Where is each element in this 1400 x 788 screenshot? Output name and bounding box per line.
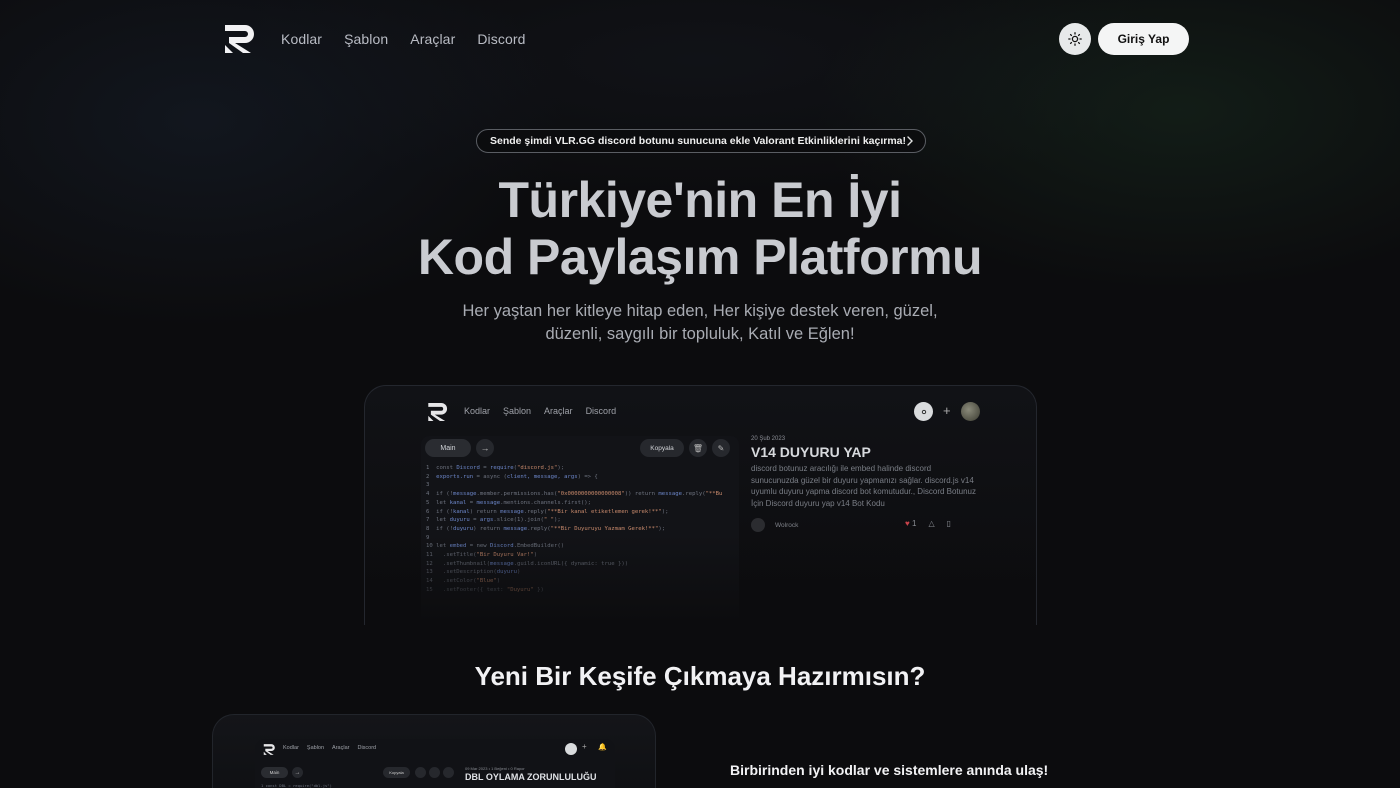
sun-icon [1068,32,1082,46]
hero-subtitle-line-2: düzenli, saygılı bir topluluk, Katıl ve … [545,325,855,343]
warning-icon: △ [928,519,935,528]
theme-toggle-button[interactable] [1059,23,1091,55]
feature-preview-nav-links: Kodlar Şablon Araçlar Discord [283,745,376,751]
feature-preview-nav-link: Şablon [306,745,325,751]
preview-likes: ♥ 1 [905,519,916,528]
section-title: Yeni Bir Keşife Çıkmaya Hazırmısın? [474,661,926,691]
feature-preview-inner: Kodlar Şablon Araçlar Discord + 🔔 Main →… [255,739,615,788]
site-logo[interactable] [223,23,257,55]
announcement-pill[interactable]: Sende şimdi VLR.GG discord botunu sunucu… [476,129,926,153]
preview-arrow-right-icon: → [476,439,494,457]
nav-link-araclar[interactable]: Araçlar [410,31,455,47]
hero-subtitle-line-1: Her yaştan her kitleye hitap eden, Her k… [462,302,938,320]
preview-author-avatar [751,518,765,532]
feature-preview-screenshot: Kodlar Şablon Araçlar Discord + 🔔 Main →… [212,714,656,788]
preview-code-lines: 1 const Discord = require("discord.js");… [426,465,723,593]
preview-like-count: 1 [911,519,917,528]
preview-card-description: discord botunuz aracılığı ile embed hali… [751,464,977,508]
feature-preview-trash-icon [429,767,440,778]
hero-title: Türkiye'nin En İyi Kod Paylaşım Platform… [300,172,1100,286]
preview-nav-link: Araçlar [544,406,573,416]
feature-preview-arrow-icon: → [292,767,303,778]
feature-preview-code: 1 const DBL = require("dbl.js") [261,783,332,788]
feature-preview-copy-button: Kopyala [383,767,410,778]
heart-icon: ♥ [905,519,910,528]
preview-code-card: 20 Şub 2023 V14 DUYURU YAP discord botun… [751,436,991,509]
feature-title: Birbirinden iyi kodlar ve sistemlere anı… [730,762,1049,778]
feature-preview-sun-icon [565,743,577,755]
preview-author-name: Wolrock [775,521,799,529]
feature-preview-tab-main: Main [261,767,288,778]
hero-subtitle: Her yaştan her kitleye hitap eden, Her k… [430,300,970,346]
feature-preview-edit-icon [443,767,454,778]
top-navigation: Kodlar Şablon Araçlar Discord Giriş Yap [0,0,1400,78]
feature-preview-nav-link: Araçlar [332,745,350,751]
feature-preview-logo [263,744,275,755]
login-button[interactable]: Giriş Yap [1098,23,1189,55]
chevron-right-icon [907,136,913,146]
app-preview-screenshot: Kodlar Şablon Araçlar Discord + Main → K… [364,385,1037,625]
nav-link-sablon[interactable]: Şablon [344,31,388,47]
hero-title-line-2: Kod Paylaşım Platformu [417,229,983,285]
preview-tab-main: Main [425,439,471,457]
preview-sun-icon [914,402,933,421]
preview-card-title: V14 DUYURU YAP [751,444,871,460]
hero-title-line-1: Türkiye'nin En İyi [498,172,903,228]
feature-preview-nav-link: Discord [357,745,377,751]
nav-link-kodlar[interactable]: Kodlar [281,31,322,47]
preview-logo [428,402,448,422]
preview-nav-link: Kodlar [464,406,491,416]
preview-nav-links: Kodlar Şablon Araçlar Discord [464,406,616,416]
feature-preview-title: DBL OYLAMA ZORUNLULUĞU [465,772,597,782]
preview-card-actions: ♥ 1 △ ▯ [905,519,951,528]
preview-nav-link: Şablon [503,406,532,416]
nav-links: Kodlar Şablon Araçlar Discord [281,31,525,47]
preview-card-author: Wolrock [751,518,798,532]
feature-preview-date: 09 Mar 2023 • 1 Beğeni • 0 Rapor [465,766,525,771]
announcement-text: Sende şimdi VLR.GG discord botunu sunucu… [490,135,907,147]
preview-edit-icon: ✎ [712,439,730,457]
feature-preview-plus-icon: + [582,742,587,751]
preview-card-date: 20 Şub 2023 [751,436,786,442]
preview-nav-link: Discord [585,406,617,416]
preview-plus-icon: + [943,403,951,418]
preview-code-panel: Main → Kopyala 🗑 ✎ 1 const Discord = req… [421,436,739,625]
feature-preview-file-icon [415,767,426,778]
nav-link-discord[interactable]: Discord [477,31,525,47]
preview-avatar [961,402,980,421]
feature-preview-bell-icon: 🔔 [598,744,607,751]
preview-trash-icon: 🗑 [689,439,707,457]
preview-copy-button: Kopyala [640,439,684,457]
bookmark-icon: ▯ [946,519,951,528]
feature-preview-nav-link: Kodlar [283,745,299,751]
